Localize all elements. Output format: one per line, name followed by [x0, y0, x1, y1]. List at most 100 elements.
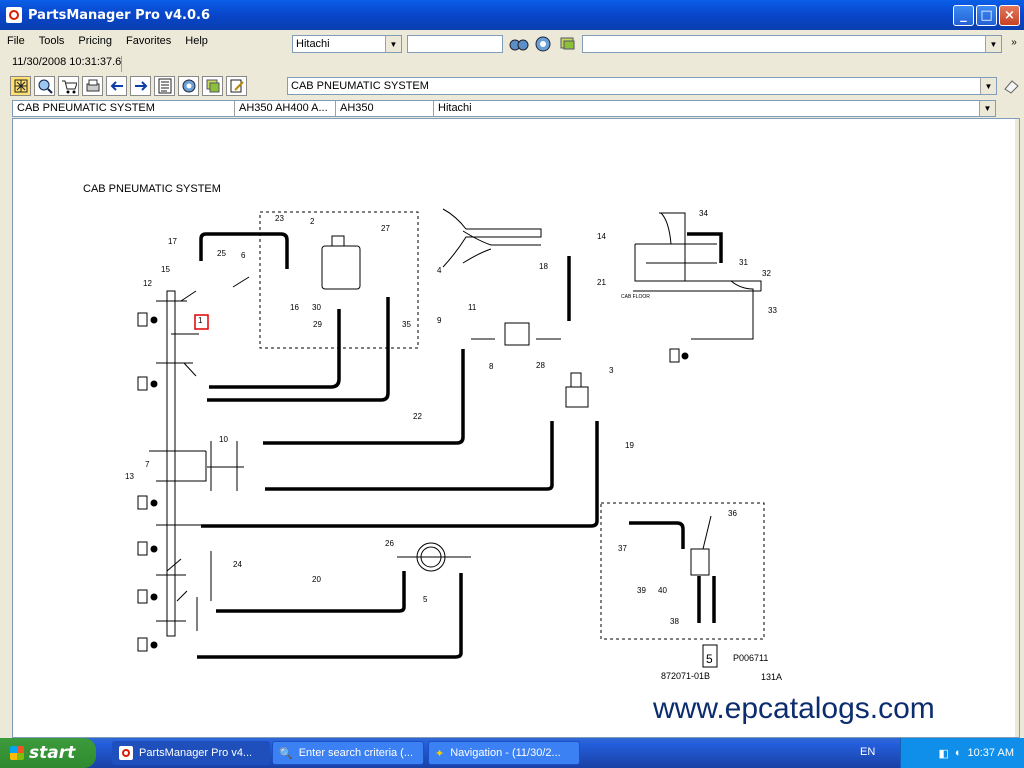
callout-24[interactable]: 24	[233, 560, 242, 569]
callout-29[interactable]: 29	[313, 320, 322, 329]
eraser-icon[interactable]	[1002, 77, 1020, 95]
task-search[interactable]: 🔍 Enter search criteria (...	[272, 741, 424, 765]
scrollbar[interactable]	[1015, 119, 1019, 737]
callout-3[interactable]: 3	[609, 366, 614, 375]
network-icon[interactable]: ◧	[938, 747, 948, 760]
callout-7[interactable]: 7	[145, 460, 150, 469]
callout-1[interactable]: 1	[198, 316, 203, 325]
callout-32[interactable]: 32	[762, 269, 771, 278]
callout-30[interactable]: 30	[312, 303, 321, 312]
callout-13[interactable]: 13	[125, 472, 134, 481]
list-icon[interactable]	[154, 76, 175, 96]
task-label: PartsManager Pro v4...	[139, 747, 253, 759]
info-bar: CAB PNEUMATIC SYSTEM AH350 AH400 A... AH…	[12, 100, 996, 117]
menu-tools[interactable]: Tools	[32, 35, 72, 47]
callout-21[interactable]: 21	[597, 278, 606, 287]
callout-12[interactable]: 12	[143, 279, 152, 288]
part-number: 872071-01B	[661, 671, 710, 681]
volume-icon[interactable]: ◐	[955, 747, 962, 759]
search-icon: 🔍	[279, 747, 293, 760]
toolbar-chevron-icon[interactable]: »	[1008, 33, 1020, 53]
callout-26[interactable]: 26	[385, 539, 394, 548]
callout-28[interactable]: 28	[536, 361, 545, 370]
callout-40[interactable]: 40	[658, 586, 667, 595]
menu-file[interactable]: File	[0, 35, 32, 47]
callout-11[interactable]: 11	[468, 303, 477, 312]
chevron-down-icon[interactable]: ▼	[980, 78, 996, 94]
watermark: www.epcatalogs.com	[653, 692, 935, 725]
task-partsmanager[interactable]: PartsManager Pro v4...	[112, 741, 270, 765]
task-label: Enter search criteria (...	[298, 747, 414, 759]
forward-arrow-icon[interactable]	[130, 76, 151, 96]
callout-23[interactable]: 23	[275, 214, 284, 223]
page-code: 131A	[761, 672, 782, 682]
start-button[interactable]: start	[0, 738, 96, 768]
callout-4[interactable]: 4	[437, 266, 442, 275]
make-select-value: Hitachi	[296, 38, 330, 50]
callout-25[interactable]: 25	[217, 249, 226, 258]
ref-code: P006711	[733, 653, 768, 663]
callout-8[interactable]: 8	[489, 362, 494, 371]
system-tray: ◧ ◐ 10:37 AM	[900, 738, 1024, 768]
make-select[interactable]: Hitachi ▼	[292, 35, 402, 53]
chevron-down-icon[interactable]: ▼	[985, 36, 1001, 52]
maximize-button[interactable]: □	[976, 5, 997, 26]
callout-22[interactable]: 22	[413, 412, 422, 421]
section-select[interactable]: CAB PNEUMATIC SYSTEM ▼	[287, 77, 997, 95]
task-label: Navigation - (11/30/2...	[450, 747, 561, 759]
callout-33[interactable]: 33	[768, 306, 777, 315]
chevron-down-icon[interactable]: ▼	[979, 101, 995, 116]
layers-icon[interactable]	[557, 34, 579, 54]
language-indicator[interactable]: EN	[860, 746, 875, 758]
callout-34[interactable]: 34	[699, 209, 708, 218]
home-icon[interactable]	[10, 76, 31, 96]
zoom-icon[interactable]	[34, 76, 55, 96]
callout-15[interactable]: 15	[161, 265, 170, 274]
cart-icon[interactable]	[58, 76, 79, 96]
back-arrow-icon[interactable]	[106, 76, 127, 96]
callout-5[interactable]: 5	[423, 595, 428, 604]
callout-6[interactable]: 6	[241, 251, 246, 260]
callout-19[interactable]: 19	[625, 441, 634, 450]
print-icon[interactable]	[82, 76, 103, 96]
search-input[interactable]	[407, 35, 503, 53]
info-system: CAB PNEUMATIC SYSTEM	[13, 101, 235, 116]
callout-38[interactable]: 38	[670, 617, 679, 626]
diagram-canvas: CAB PNEUMATIC SYSTEM CAB FLOOR P006711 8…	[12, 118, 1020, 738]
title-bar: PartsManager Pro v4.0.6 _ □ ×	[0, 0, 1024, 30]
close-button[interactable]: ×	[999, 5, 1020, 26]
find-icon[interactable]	[532, 34, 554, 54]
address-field[interactable]: ▼	[582, 35, 1002, 53]
clock: 10:37 AM	[967, 747, 1014, 759]
cab-floor-label: CAB FLOOR	[621, 294, 650, 300]
search-icon[interactable]	[178, 76, 199, 96]
callout-10[interactable]: 10	[219, 435, 228, 444]
info-models: AH350 AH400 A...	[235, 101, 336, 116]
pneumatic-diagram: CAB PNEUMATIC SYSTEM CAB FLOOR P006711 8…	[83, 183, 782, 682]
chevron-down-icon[interactable]: ▼	[385, 36, 401, 52]
task-navigation[interactable]: ✦ Navigation - (11/30/2...	[428, 741, 580, 765]
menu-pricing[interactable]: Pricing	[71, 35, 119, 47]
menu-favorites[interactable]: Favorites	[119, 35, 178, 47]
callout-16[interactable]: 16	[290, 303, 299, 312]
callout-14[interactable]: 14	[597, 232, 606, 241]
binoculars-icon[interactable]	[508, 34, 530, 54]
info-model: AH350	[336, 101, 434, 116]
callout-37[interactable]: 37	[618, 544, 627, 553]
timestamp: 11/30/2008 10:31:37.6	[12, 56, 122, 72]
callout-17[interactable]: 17	[168, 237, 177, 246]
edit-icon[interactable]	[226, 76, 247, 96]
callout-18[interactable]: 18	[539, 262, 548, 271]
layers-icon[interactable]	[202, 76, 223, 96]
callout-2[interactable]: 2	[310, 217, 315, 226]
callout-9[interactable]: 9	[437, 316, 442, 325]
minimize-button[interactable]: _	[953, 5, 974, 26]
menu-help[interactable]: Help	[178, 35, 215, 47]
callout-39[interactable]: 39	[637, 586, 646, 595]
callout-35[interactable]: 35	[402, 320, 411, 329]
app-icon	[119, 746, 133, 760]
callout-31[interactable]: 31	[739, 258, 748, 267]
callout-20[interactable]: 20	[312, 575, 321, 584]
callout-36[interactable]: 36	[728, 509, 737, 518]
callout-27[interactable]: 27	[381, 224, 390, 233]
